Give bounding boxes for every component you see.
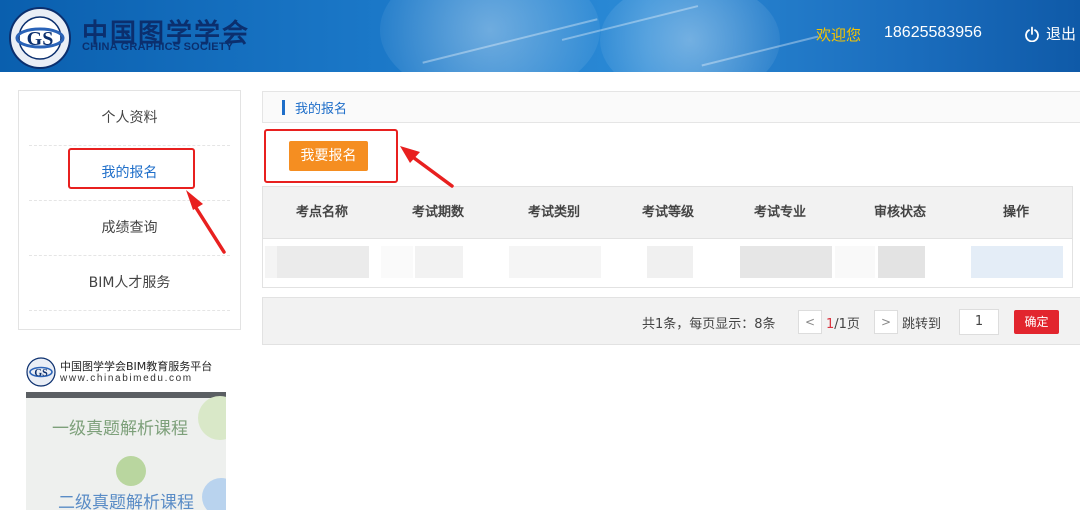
- decor-circle: [198, 396, 226, 440]
- redacted-cell: [835, 246, 875, 278]
- promo-band: [26, 392, 226, 398]
- annotation-arrow-apply: [408, 153, 454, 188]
- column-header: 考试类别: [527, 205, 580, 220]
- promo-url: www.chinabimedu.com: [60, 373, 193, 384]
- jump-page-input[interactable]: 1: [959, 309, 999, 335]
- redacted-cell: [277, 246, 369, 278]
- annotation-box-apply: [264, 129, 398, 183]
- breadcrumb-label: 我的报名: [295, 101, 348, 117]
- power-icon: [1025, 26, 1039, 42]
- svg-text:GS: GS: [27, 28, 54, 50]
- annotation-box-sidebar: [68, 148, 195, 189]
- total-pages: /1页: [834, 317, 860, 332]
- promo-header: GS 中国图学学会BIM教育服务平台 www.chinabimedu.com: [26, 352, 226, 392]
- pagination-bar: 共1条，每页显示：8条 < 1/1页 > 跳转到 1 确定: [262, 297, 1080, 345]
- jump-label: 跳转到: [902, 317, 942, 332]
- column-header: 考点名称: [295, 205, 348, 220]
- confirm-jump-button[interactable]: 确定: [1014, 310, 1059, 334]
- breadcrumb-marker: [282, 99, 285, 115]
- annotation-arrowhead-apply: [400, 146, 420, 163]
- redacted-cell: [509, 246, 601, 278]
- logo-english-name: CHINA GRAPHICS SOCIETY: [82, 41, 234, 53]
- top-header: GS 中国图学学会 CHINA GRAPHICS SOCIETY 欢迎您 186…: [0, 0, 1080, 72]
- redacted-cell: [265, 246, 277, 278]
- redacted-cell: [647, 246, 693, 278]
- welcome-text: 欢迎您: [816, 26, 862, 44]
- redacted-cell: [878, 246, 925, 278]
- sidebar-item-profile[interactable]: 个人资料: [29, 91, 230, 146]
- column-header: 操作: [1002, 205, 1029, 220]
- promo-course-card[interactable]: 一级真题解析课程 二级真题解析课程: [26, 392, 226, 510]
- column-header: 考试专业: [753, 205, 806, 220]
- sidebar-nav: 个人资料 我的报名 成绩查询 BIM人才服务: [18, 90, 241, 330]
- breadcrumb: 我的报名: [262, 91, 1080, 123]
- sidebar-item-score-query[interactable]: 成绩查询: [29, 201, 230, 256]
- logout-label: 退出: [1046, 25, 1077, 43]
- next-page-button[interactable]: >: [874, 310, 898, 334]
- pagination-total: 共1条，每页显示：8条: [642, 317, 776, 332]
- table-header: 考点名称 考试期数 考试类别 考试等级 考试专业 审核状态 操作: [263, 187, 1072, 239]
- column-header: 考试等级: [641, 205, 694, 220]
- prev-page-button[interactable]: <: [798, 310, 822, 334]
- redacted-cell: [415, 246, 463, 278]
- society-logo-icon: GS: [9, 7, 71, 69]
- promo-title: 中国图学学会BIM教育服务平台: [60, 360, 213, 373]
- column-header: 考试期数: [411, 205, 464, 220]
- redacted-action-cell[interactable]: [971, 246, 1063, 278]
- decor-circle: [116, 456, 146, 486]
- column-header: 审核状态: [873, 205, 926, 220]
- course-level-1: 一级真题解析课程: [52, 419, 188, 439]
- society-logo-icon: GS: [26, 357, 56, 387]
- redacted-cell: [381, 246, 413, 278]
- header-glow: [380, 0, 600, 72]
- header-glow: [600, 0, 780, 72]
- sidebar-item-bim-talent[interactable]: BIM人才服务: [29, 256, 230, 311]
- decor-circle: [202, 478, 226, 510]
- registration-table: 考点名称 考试期数 考试类别 考试等级 考试专业 审核状态 操作: [262, 186, 1073, 288]
- promo-banner[interactable]: GS 中国图学学会BIM教育服务平台 www.chinabimedu.com 一…: [26, 352, 226, 510]
- svg-text:GS: GS: [34, 368, 48, 379]
- redacted-cell: [740, 246, 832, 278]
- user-phone: 18625583956: [884, 24, 982, 41]
- logout-button[interactable]: 退出: [1024, 23, 1076, 44]
- course-level-2: 二级真题解析课程: [58, 493, 194, 510]
- page-indicator: 1/1页: [826, 313, 860, 332]
